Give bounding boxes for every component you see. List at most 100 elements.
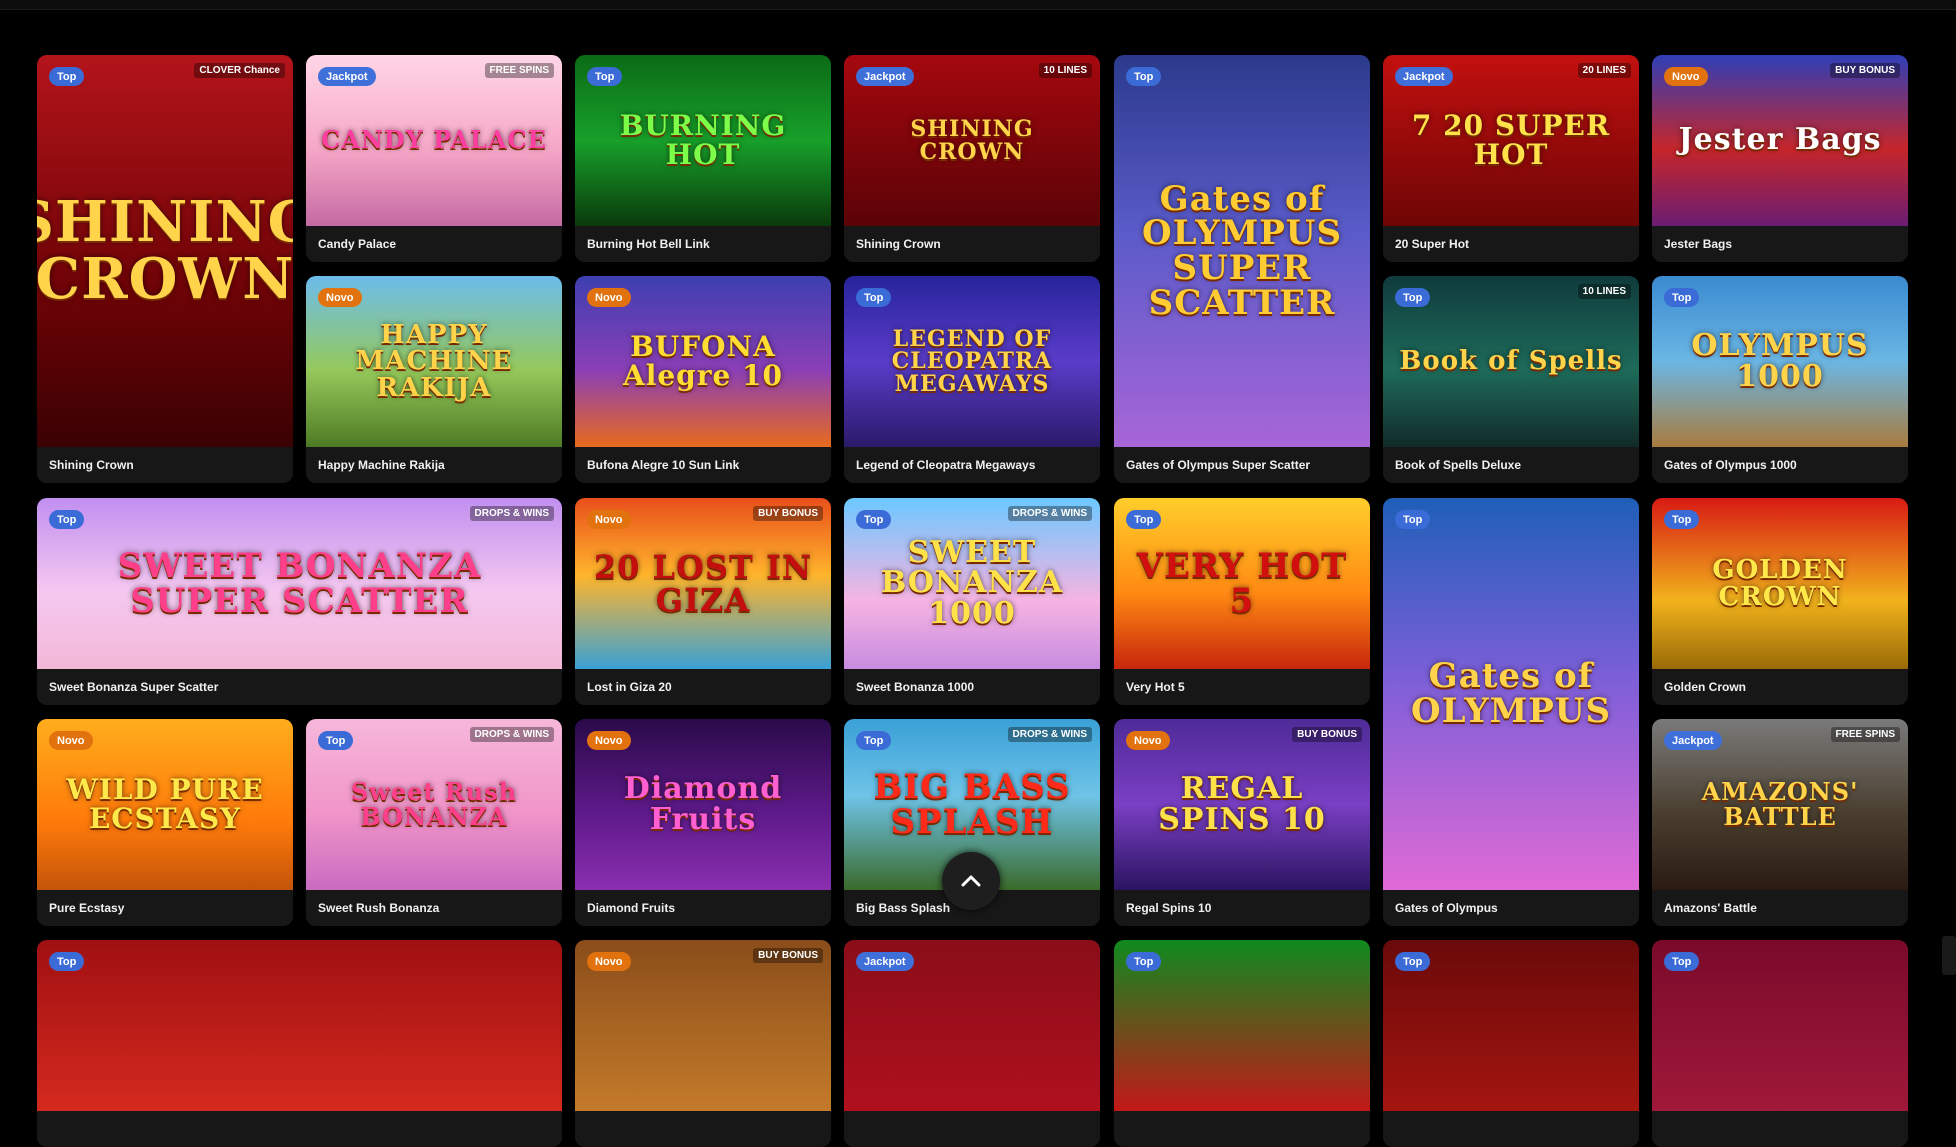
scrollbar[interactable] [1942, 936, 1956, 975]
game-badge-top: Top [1126, 952, 1162, 971]
game-corner-tag: FREE SPINS [484, 63, 554, 78]
game-title: Happy Machine Rakija [306, 447, 562, 483]
game-logo: Gates of OLYMPUS [1410, 656, 1612, 731]
game-card[interactable]: Diamond Fruits Novo Diamond Fruits [575, 719, 831, 926]
game-card[interactable]: BURNING HOT Top Burning Hot Bell Link [575, 55, 831, 262]
game-card[interactable]: GOLDEN CROWN Top Golden Crown [1652, 498, 1908, 705]
game-logo: SHINING CROWN [910, 116, 1034, 165]
game-logo: LEGEND OF CLEOPATRA MEGAWAYS [891, 325, 1053, 397]
game-title [1383, 1111, 1639, 1147]
game-thumbnail[interactable]: Gates of OLYMPUS SUPER SCATTER [1114, 55, 1370, 447]
game-card[interactable]: 20 LOST IN GIZA BUY BONUS Novo Lost in Giza… [575, 498, 831, 705]
game-card[interactable]: LEGEND OF CLEOPATRA MEGAWAYS Top Legend of… [844, 276, 1100, 483]
game-thumbnail[interactable]: SHINING CROWN CLOVER Chance [37, 55, 293, 447]
game-badge-top: Top [1395, 952, 1431, 971]
game-badge-jackpot: Jackpot [318, 67, 376, 86]
game-badge-top: Top [49, 510, 85, 529]
game-card[interactable]: AMAZONS' BATTLE FREE SPINS Jackpot Amazons'… [1652, 719, 1908, 926]
game-card[interactable]: Top [37, 940, 562, 1147]
game-thumbnail[interactable]: SWEET BONANZA SUPER SCATTER DROPS & WINS [37, 498, 562, 669]
game-title [1114, 1111, 1370, 1147]
game-logo: OLYMPUS 1000 [1691, 327, 1869, 394]
game-logo: HAPPY MACHINE RAKIJA [355, 319, 513, 403]
game-badge-top: Top [318, 731, 354, 750]
game-title: Sweet Bonanza Super Scatter [37, 669, 562, 705]
game-badge-novo: Novo [318, 288, 362, 307]
game-logo: CANDY PALACE [321, 125, 547, 155]
game-badge-jackpot: Jackpot [856, 952, 914, 971]
game-card[interactable]: REGAL SPINS 10 BUY BONUS Novo Regal Spins 1… [1114, 719, 1370, 926]
game-corner-tag: CLOVER Chance [194, 63, 285, 78]
game-title: 20 Super Hot [1383, 226, 1639, 262]
scroll-to-top-button[interactable] [942, 852, 1000, 910]
game-card[interactable]: Top [1652, 940, 1908, 1147]
game-card[interactable]: Jackpot [844, 940, 1100, 1147]
game-logo: BUFONA Alegre 10 [622, 329, 784, 392]
game-title [37, 1111, 562, 1147]
game-corner-tag: BUY BONUS [1292, 727, 1362, 742]
game-card[interactable]: SHINING CROWN CLOVER Chance Top Shining Cro… [37, 55, 293, 483]
game-card[interactable]: SHINING CROWN 10 LINES Jackpot Shining Crow… [844, 55, 1100, 262]
game-corner-tag: 20 LINES [1577, 63, 1631, 78]
game-title: Very Hot 5 [1114, 669, 1370, 705]
game-title: Shining Crown [844, 226, 1100, 262]
game-title: Book of Spells Deluxe [1383, 447, 1639, 483]
game-logo: REGAL SPINS 10 [1158, 770, 1326, 837]
game-title: Pure Ecstasy [37, 890, 293, 926]
game-badge-top: Top [1126, 67, 1162, 86]
game-card[interactable]: Jester Bags BUY BONUS Novo Jester Bags [1652, 55, 1908, 262]
game-badge-top: Top [1664, 952, 1700, 971]
game-badge-top: Top [1395, 288, 1431, 307]
game-card[interactable]: SWEET BONANZA 1000 DROPS & WINS Top Sweet B… [844, 498, 1100, 705]
game-card[interactable]: Top [1114, 940, 1370, 1147]
game-corner-tag: FREE SPINS [1830, 727, 1900, 742]
game-badge-novo: Novo [49, 731, 93, 750]
game-corner-tag: DROPS & WINS [469, 506, 554, 521]
game-badge-top: Top [49, 952, 85, 971]
game-title: Diamond Fruits [575, 890, 831, 926]
game-logo: WILD PURE ECSTASY [66, 772, 264, 835]
game-card[interactable]: WILD PURE ECSTASY Novo Pure Ecstasy [37, 719, 293, 926]
game-logo: SHINING CROWN [37, 188, 293, 312]
game-badge-top: Top [1664, 510, 1700, 529]
game-title: Sweet Rush Bonanza [306, 890, 562, 926]
game-badge-top: Top [856, 510, 892, 529]
game-card[interactable]: Gates of OLYMPUS Top Gates of Olympus [1383, 498, 1639, 926]
game-corner-tag: BUY BONUS [753, 506, 823, 521]
game-corner-tag: 10 LINES [1577, 284, 1631, 299]
game-card[interactable]: Sweet Rush BONANZA DROPS & WINS Top Sweet R… [306, 719, 562, 926]
game-card[interactable]: Gates of OLYMPUS SUPER SCATTER Top Gates o… [1114, 55, 1370, 483]
game-card[interactable]: CANDY PALACE FREE SPINS Jackpot Candy Palac… [306, 55, 562, 262]
game-logo: Book of Spells [1399, 346, 1623, 377]
game-card[interactable]: Top [1383, 940, 1639, 1147]
game-badge-top: Top [587, 67, 623, 86]
game-title: Regal Spins 10 [1114, 890, 1370, 926]
game-logo: Diamond Fruits [623, 770, 783, 837]
game-title: Gates of Olympus Super Scatter [1114, 447, 1370, 483]
game-card[interactable]: BUFONA Alegre 10 Novo Bufona Alegre 10 Sun… [575, 276, 831, 483]
game-logo: Gates of OLYMPUS SUPER SCATTER [1141, 178, 1343, 323]
game-card[interactable]: BUY BONUS Novo [575, 940, 831, 1147]
game-logo: SWEET BONANZA 1000 [880, 534, 1064, 631]
game-thumbnail[interactable]: Gates of OLYMPUS [1383, 498, 1639, 890]
game-logo: BURNING HOT [619, 108, 787, 171]
game-title: Gates of Olympus 1000 [1652, 447, 1908, 483]
game-title: Shining Crown [37, 447, 293, 483]
game-card[interactable]: SWEET BONANZA SUPER SCATTER DROPS & WINS T… [37, 498, 562, 705]
game-card[interactable]: 7 20 SUPER HOT 20 LINES Jackpot 20 Super Ho… [1383, 55, 1639, 262]
game-logo: AMAZONS' BATTLE [1701, 777, 1859, 831]
game-card[interactable]: VERY HOT 5 Top Very Hot 5 [1114, 498, 1370, 705]
game-badge-top: Top [1126, 510, 1162, 529]
game-card[interactable]: OLYMPUS 1000 Top Gates of Olympus 1000 [1652, 276, 1908, 483]
game-badge-top: Top [856, 288, 892, 307]
game-corner-tag: BUY BONUS [1830, 63, 1900, 78]
game-card[interactable]: HAPPY MACHINE RAKIJA Novo Happy Machine Ra… [306, 276, 562, 483]
game-thumbnail[interactable] [37, 940, 562, 1111]
game-logo: GOLDEN CROWN [1712, 554, 1848, 612]
game-badge-top: Top [49, 67, 85, 86]
game-card[interactable]: Book of Spells 10 LINES Top Book of Spells … [1383, 276, 1639, 483]
game-title: Amazons' Battle [1652, 890, 1908, 926]
game-logo: 7 20 SUPER HOT [1411, 108, 1611, 171]
game-badge-novo: Novo [1126, 731, 1170, 750]
game-corner-tag: DROPS & WINS [1007, 506, 1092, 521]
